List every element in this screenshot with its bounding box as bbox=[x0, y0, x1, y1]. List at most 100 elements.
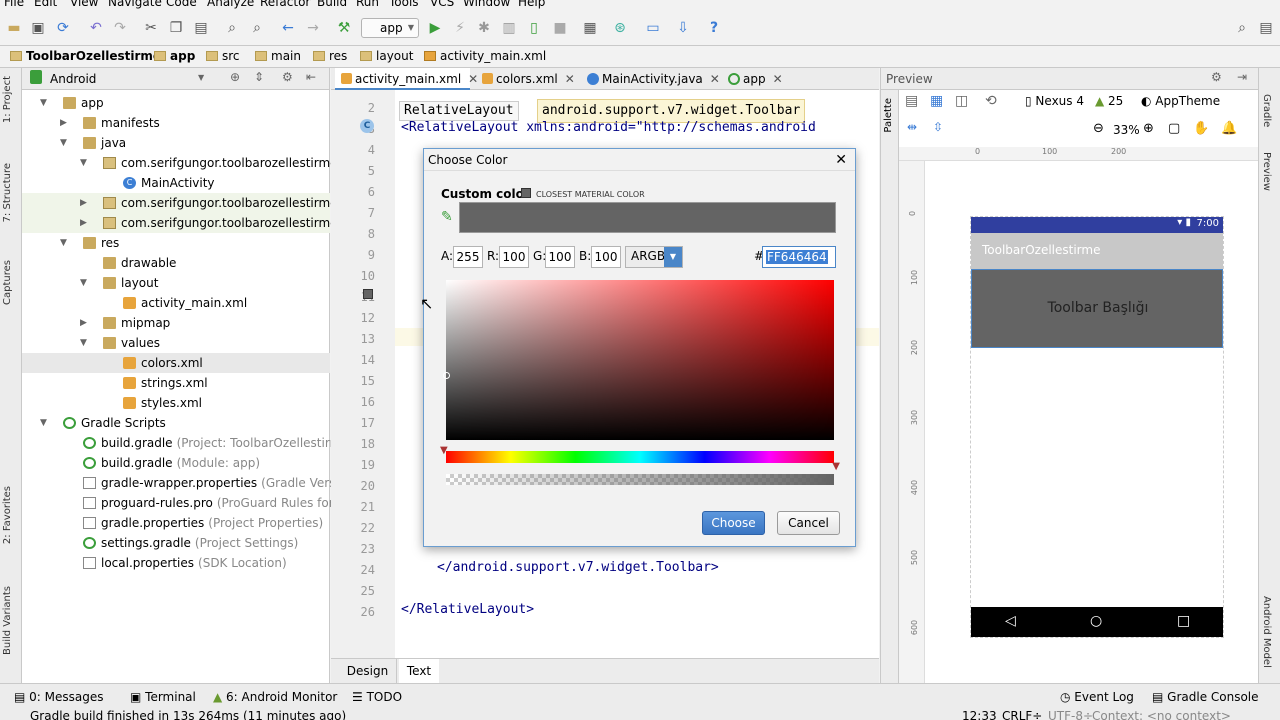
menu-file[interactable]: File bbox=[4, 0, 24, 9]
tool-window-android-model[interactable]: Android Model bbox=[1261, 596, 1272, 668]
file-encoding[interactable]: UTF-8÷ bbox=[1048, 709, 1093, 720]
breadcrumb-file[interactable]: activity_main.xml bbox=[424, 49, 546, 63]
tree-item[interactable]: build.gradle (Project: ToolbarOzellestirm… bbox=[22, 433, 353, 453]
menu-analyze[interactable]: Analyze bbox=[207, 0, 254, 9]
back-icon[interactable]: ← bbox=[278, 18, 298, 38]
breadcrumb-src[interactable]: src bbox=[206, 49, 240, 63]
project-structure-icon[interactable]: ▭ bbox=[643, 18, 663, 38]
menu-refactor[interactable]: Refactor bbox=[260, 0, 310, 9]
context-indicator[interactable]: Context: <no context> bbox=[1092, 709, 1231, 720]
apply-changes-icon[interactable]: ▯ bbox=[524, 18, 544, 38]
hue-slider[interactable]: ▼ bbox=[440, 445, 834, 463]
hue-slider-handle[interactable]: ▼ bbox=[440, 445, 448, 456]
sdk-manager-icon[interactable]: ⇩ bbox=[673, 18, 693, 38]
undo-icon[interactable]: ↶ bbox=[86, 18, 106, 38]
tree-item[interactable]: strings.xml bbox=[22, 373, 330, 393]
menu-tools[interactable]: Tools bbox=[389, 0, 419, 9]
tree-item[interactable]: ▼ layout bbox=[22, 273, 330, 293]
tool-terminal[interactable]: ▣ Terminal bbox=[130, 690, 196, 704]
find-icon[interactable]: ⌕ bbox=[222, 18, 242, 38]
gear-icon[interactable]: ⚙ bbox=[282, 70, 293, 84]
chevron-right-icon[interactable]: ▶ bbox=[60, 113, 67, 133]
tree-item[interactable]: styles.xml bbox=[22, 393, 330, 413]
tool-window-gradle[interactable]: Gradle bbox=[1261, 94, 1272, 127]
toolbar-widget[interactable]: Toolbar Başlığı bbox=[971, 269, 1223, 348]
tool-window-structure[interactable]: 7: Structure bbox=[2, 163, 13, 222]
chevron-down-icon[interactable]: ▼ bbox=[80, 333, 87, 353]
profile-icon[interactable]: ▥ bbox=[499, 18, 519, 38]
sync-icon[interactable]: ⟳ bbox=[53, 18, 73, 38]
gear-icon[interactable]: ⚙ bbox=[1211, 70, 1222, 84]
breadcrumb-res[interactable]: res bbox=[313, 49, 347, 63]
chevron-right-icon[interactable]: ▶ bbox=[80, 313, 87, 333]
open-icon[interactable]: ▬ bbox=[4, 18, 24, 38]
chevron-right-icon[interactable]: ▶ bbox=[80, 213, 87, 233]
tool-window-build-variants[interactable]: Build Variants bbox=[2, 586, 13, 655]
tool-messages[interactable]: ▤ 0: Messages bbox=[14, 690, 104, 704]
chevron-down-icon[interactable]: ▼ bbox=[198, 73, 204, 82]
save-icon[interactable]: ▣ bbox=[28, 18, 48, 38]
tree-item[interactable]: ▶com.serifgungor.toolbarozellestirme(tes… bbox=[22, 213, 374, 233]
chevron-down-icon[interactable]: ▼ bbox=[40, 93, 47, 113]
line-separator[interactable]: CRLF÷ bbox=[1002, 709, 1042, 720]
closest-material-swatch[interactable] bbox=[521, 188, 531, 198]
chevron-down-icon[interactable]: ▼ bbox=[40, 413, 47, 433]
code-line-23[interactable]: </android.support.v7.widget.Toolbar> bbox=[437, 560, 719, 575]
tab-activity-main[interactable]: activity_main.xml ✕ bbox=[335, 68, 478, 90]
menu-build[interactable]: Build bbox=[317, 0, 347, 9]
help-icon[interactable]: ? bbox=[704, 18, 724, 38]
tree-item[interactable]: ▼ values bbox=[22, 333, 330, 353]
chevron-down-icon[interactable]: ▼ bbox=[60, 233, 67, 253]
pan-icon[interactable]: ✋ bbox=[1193, 121, 1209, 136]
red-input[interactable]: 100 bbox=[499, 246, 529, 268]
tool-window-captures[interactable]: Captures bbox=[2, 260, 13, 305]
gradle-sync-icon[interactable]: ⊛ bbox=[610, 18, 630, 38]
breadcrumb-main[interactable]: main bbox=[255, 49, 301, 63]
editor-breadcrumb-relativelayout[interactable]: RelativeLayout bbox=[399, 101, 519, 121]
tab-main-activity[interactable]: MainActivity.java ✕ bbox=[582, 68, 720, 90]
chevron-down-icon[interactable]: ▼ bbox=[80, 273, 87, 293]
tree-item[interactable]: gradle.properties (Project Properties) bbox=[22, 513, 330, 533]
tool-event-log[interactable]: ◷ Event Log bbox=[1060, 690, 1134, 704]
palette-tab[interactable]: Palette bbox=[883, 98, 894, 133]
tool-todo[interactable]: ☰ TODO bbox=[352, 690, 402, 704]
tree-item[interactable]: colors.xml bbox=[22, 353, 330, 373]
tree-item[interactable]: ▼ app bbox=[22, 93, 330, 113]
menu-help[interactable]: Help bbox=[518, 0, 545, 9]
tab-text[interactable]: Text bbox=[399, 659, 439, 683]
menu-vcs[interactable]: VCS bbox=[430, 0, 454, 9]
menu-code[interactable]: Code bbox=[166, 0, 197, 9]
orientation-icon[interactable]: ◫ bbox=[955, 93, 968, 109]
close-icon[interactable]: ✕ bbox=[710, 72, 720, 86]
tool-window-preview[interactable]: Preview bbox=[1261, 152, 1272, 191]
code-line-2[interactable]: <RelativeLayout xmlns:android="http://sc… bbox=[401, 120, 816, 135]
tree-item[interactable]: ▼ com.serifgungor.toolbarozellestirme bbox=[22, 153, 338, 173]
menu-edit[interactable]: Edit bbox=[34, 0, 57, 9]
attach-icon[interactable]: ✱ bbox=[474, 18, 494, 38]
tree-item[interactable]: ▶com.serifgungor.toolbarozellestirme(and… bbox=[22, 193, 381, 213]
tool-window-favorites[interactable]: 2: Favorites bbox=[2, 486, 13, 544]
project-view-select[interactable]: Android bbox=[50, 72, 96, 86]
picker-handle[interactable] bbox=[443, 372, 450, 379]
cancel-button[interactable]: Cancel bbox=[777, 511, 840, 535]
tree-item[interactable]: build.gradle (Module: app) bbox=[22, 453, 330, 473]
device-select[interactable]: ▯ Nexus 4 bbox=[1025, 94, 1084, 108]
menu-run[interactable]: Run bbox=[356, 0, 379, 9]
stop-icon[interactable]: ■ bbox=[550, 18, 570, 38]
run-icon[interactable]: ▶ bbox=[425, 18, 445, 38]
cut-icon[interactable]: ✂ bbox=[141, 18, 161, 38]
design-surface-icon[interactable]: ▤ bbox=[905, 93, 918, 109]
tree-item[interactable]: ▼ Gradle Scripts bbox=[22, 413, 330, 433]
color-mode-select[interactable]: ARGB ▼ bbox=[625, 246, 683, 268]
run-config-select[interactable]: app ▼ bbox=[361, 18, 419, 38]
zoom-in-icon[interactable]: ⊕ bbox=[1143, 121, 1154, 136]
menu-window[interactable]: Window bbox=[463, 0, 510, 9]
tool-gradle-console[interactable]: ▤ Gradle Console bbox=[1152, 690, 1259, 704]
notifications-icon[interactable]: 🔔 bbox=[1221, 121, 1237, 136]
code-line-25[interactable]: </RelativeLayout> bbox=[401, 602, 534, 617]
tree-item[interactable]: proguard-rules.pro (ProGuard Rules for ap… bbox=[22, 493, 365, 513]
chevron-down-icon[interactable]: ▼ bbox=[80, 153, 87, 173]
tab-app[interactable]: app ✕ bbox=[723, 68, 785, 90]
choose-button[interactable]: Choose bbox=[702, 511, 765, 535]
saturation-brightness-picker[interactable] bbox=[443, 280, 834, 440]
